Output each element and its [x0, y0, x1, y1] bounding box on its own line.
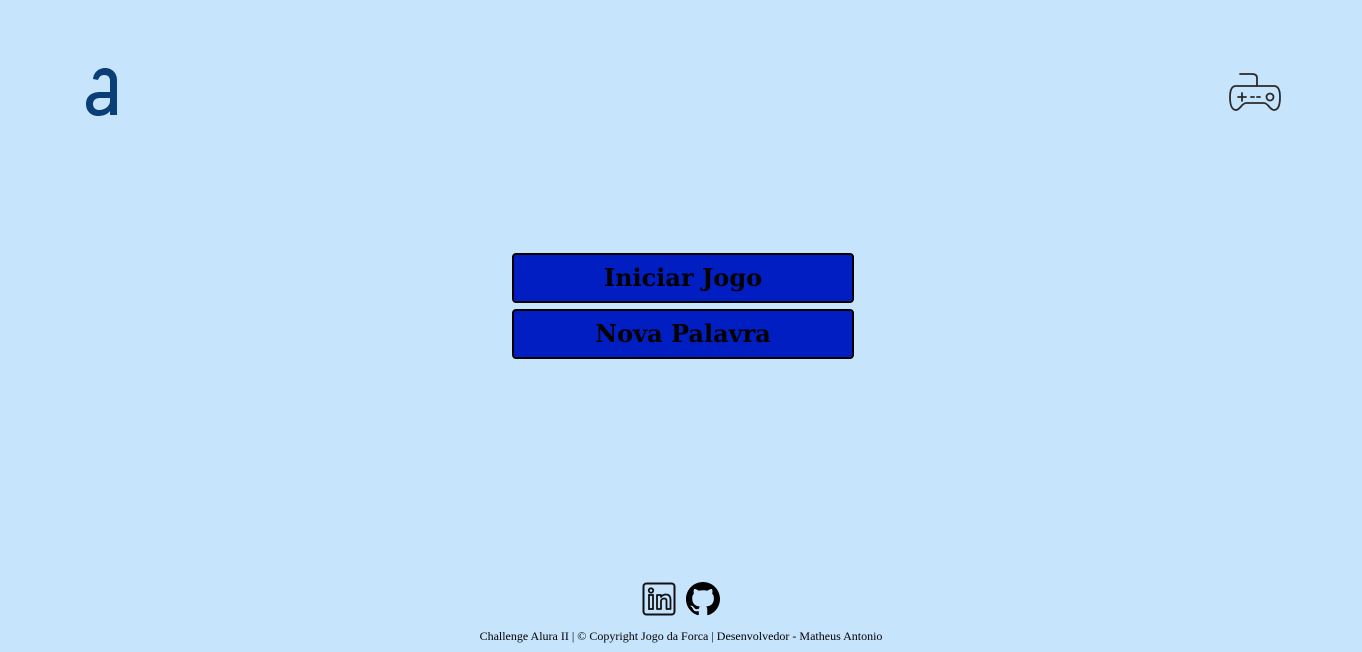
linkedin-link[interactable]: [642, 582, 676, 616]
new-word-button[interactable]: Nova Palavra: [512, 309, 854, 359]
main-menu: Iniciar Jogo Nova Palavra: [512, 253, 854, 365]
gamepad-icon[interactable]: [1229, 70, 1281, 114]
page: Iniciar Jogo Nova Palavra Challenge Alur…: [0, 0, 1362, 652]
github-link[interactable]: [686, 582, 720, 616]
github-icon: [686, 582, 720, 616]
footer-copyright: Challenge Alura II | © Copyright Jogo da…: [479, 629, 883, 643]
start-game-button[interactable]: Iniciar Jogo: [512, 253, 854, 303]
linkedin-icon: [642, 582, 676, 616]
social-links: [0, 582, 1362, 616]
alura-logo-icon: [86, 68, 117, 116]
